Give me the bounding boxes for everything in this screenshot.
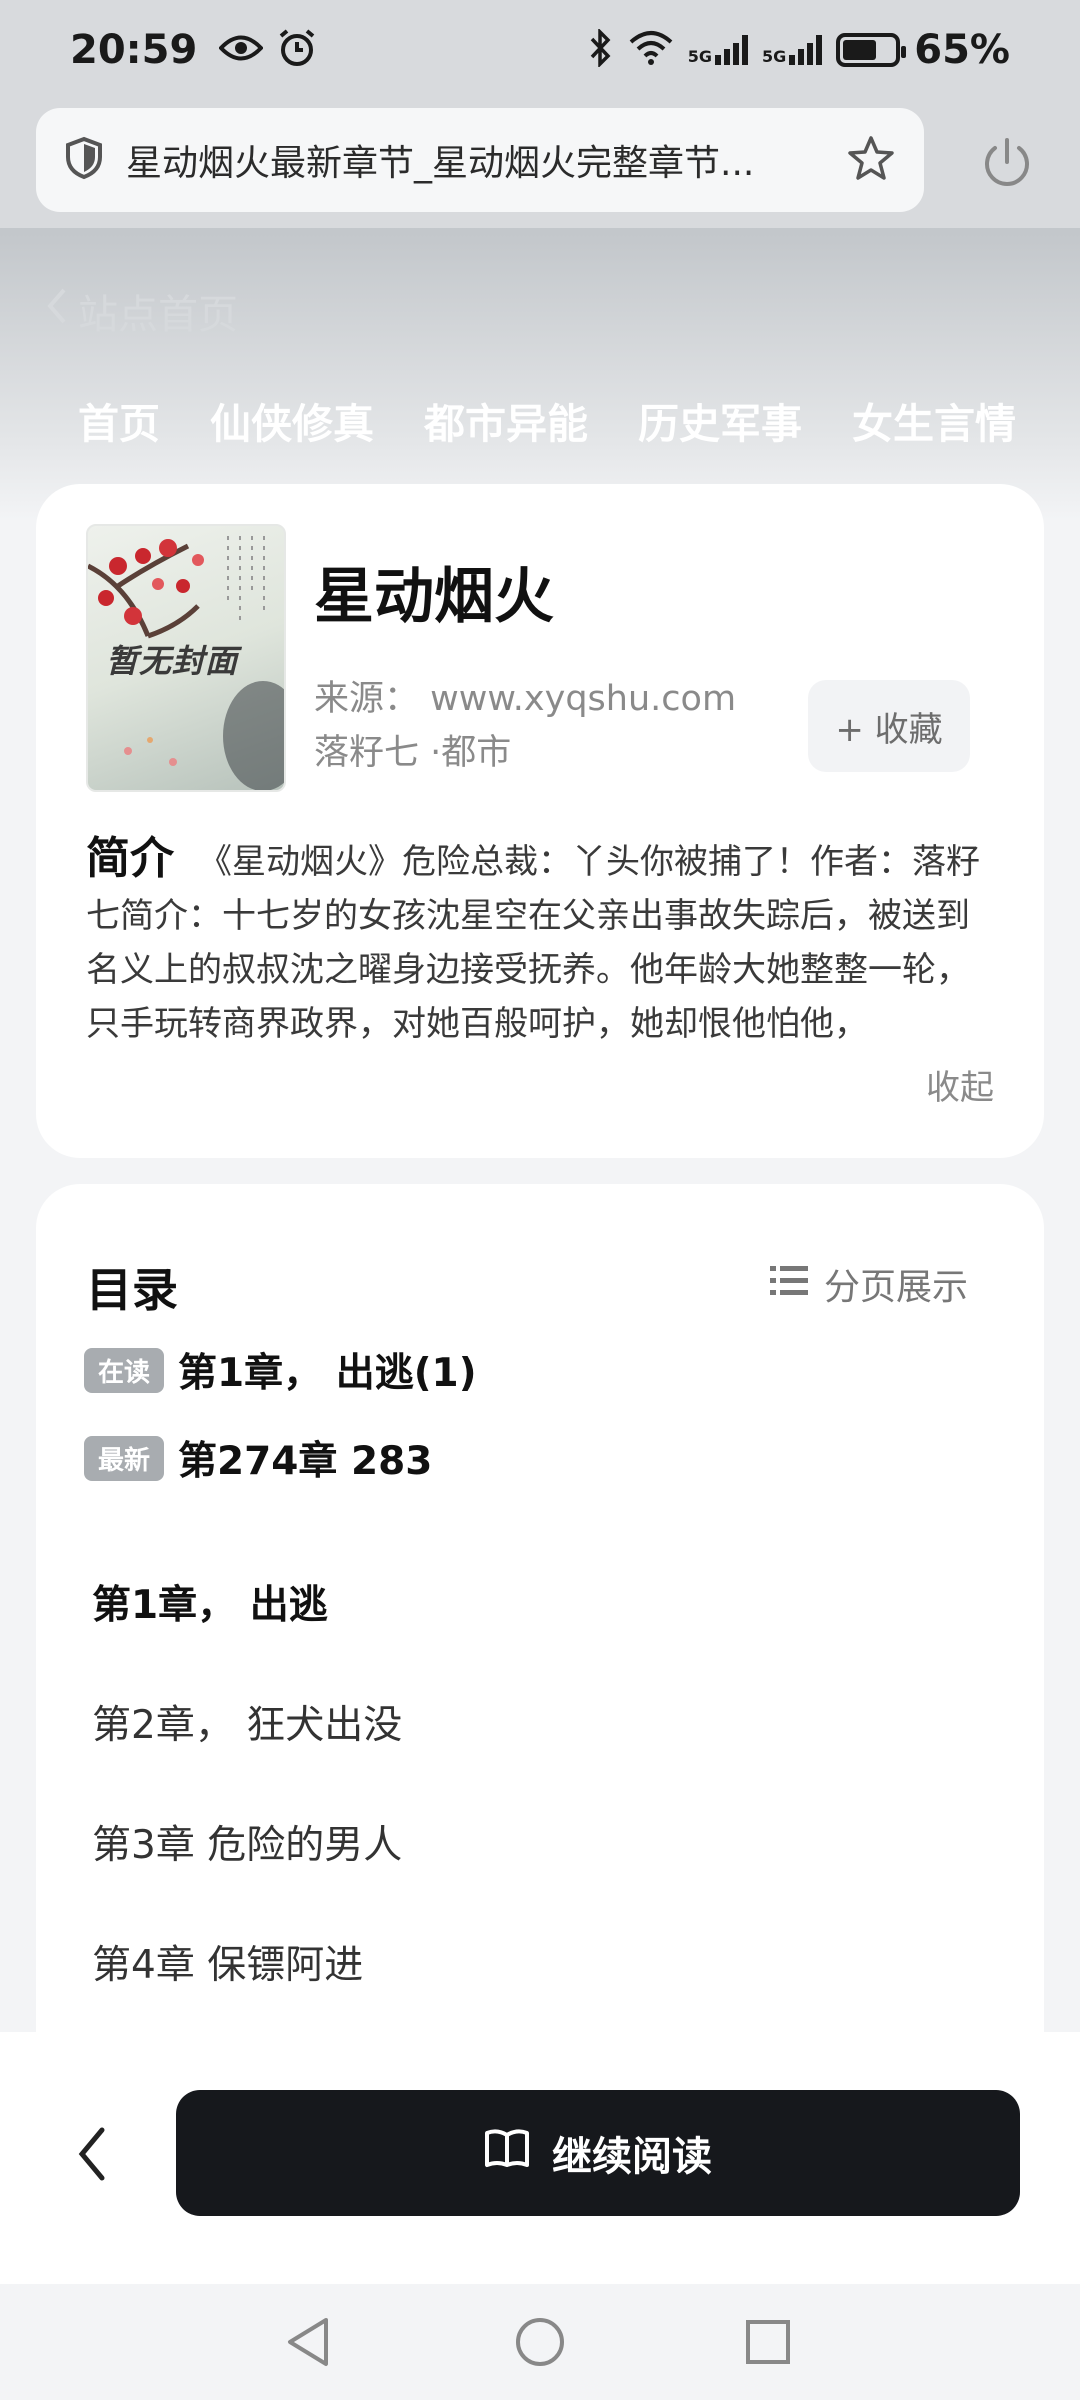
continue-reading-button[interactable]: 继续阅读 xyxy=(176,2090,1020,2216)
nav-back-icon[interactable] xyxy=(284,2316,332,2372)
chevron-left-icon xyxy=(44,286,70,336)
latest-chapter-row[interactable]: 最新 第274章 283 xyxy=(84,1430,432,1486)
intro-label: 简介 xyxy=(86,833,174,884)
nav-item-romance[interactable]: 女生言情 xyxy=(852,390,1016,450)
url-text[interactable]: 星动烟火最新章节_星动烟火完整章节... xyxy=(126,134,846,186)
book-cover: 暂无封面 xyxy=(86,524,286,792)
star-icon[interactable] xyxy=(846,134,896,186)
nav-item-urban[interactable]: 都市异能 xyxy=(424,390,588,450)
site-home-label: 站点首页 xyxy=(78,292,238,338)
chapter-item[interactable]: 第1章， 出逃 xyxy=(92,1574,328,1630)
favorite-button[interactable]: + 收藏 xyxy=(808,680,970,772)
cover-text: 暂无封面 xyxy=(106,642,239,680)
nav-item-home[interactable]: 首页 xyxy=(78,390,160,450)
eye-icon xyxy=(218,33,265,67)
book-open-icon xyxy=(484,2127,530,2179)
reading-tag: 在读 xyxy=(84,1347,165,1393)
bluetooth-icon xyxy=(588,27,614,71)
nav-home-icon[interactable] xyxy=(514,2316,566,2372)
nav-recents-icon[interactable] xyxy=(744,2318,792,2370)
book-info-card: 暂无封面 星动烟火 来源： www.xyqshu.com 落籽七 ·都市 + 收… xyxy=(36,484,1044,1158)
signal-icon-2: 5G xyxy=(762,35,823,65)
system-navigation-bar xyxy=(0,2284,1080,2400)
signal-icon-1: 5G xyxy=(688,35,748,65)
book-author-genre: 落籽七 ·都市 xyxy=(314,733,512,773)
wifi-icon xyxy=(628,30,674,70)
status-time: 20:59 xyxy=(70,27,198,73)
latest-tag: 最新 xyxy=(84,1435,165,1481)
shield-icon[interactable] xyxy=(64,136,104,184)
battery-percent: 65% xyxy=(914,27,1010,73)
chapter-item[interactable]: 第3章 危险的男人 xyxy=(92,1814,402,1870)
continue-reading-label: 继续阅读 xyxy=(552,2134,712,2180)
reading-chapter[interactable]: 第1章， 出逃(1) xyxy=(178,1342,477,1398)
category-nav: 首页 仙侠修真 都市异能 历史军事 女生言情 xyxy=(0,390,1080,450)
alarm-icon xyxy=(277,28,317,72)
status-bar: 20:59 5G 5G 65% xyxy=(0,0,1080,100)
paged-view-label: 分页展示 xyxy=(824,1267,969,1308)
paged-view-button[interactable]: 分页展示 xyxy=(770,1258,968,1310)
power-icon[interactable] xyxy=(975,130,1039,194)
nav-item-history[interactable]: 历史军事 xyxy=(638,390,802,450)
chapter-item[interactable]: 第2章， 狂犬出没 xyxy=(92,1694,402,1750)
book-title: 星动烟火 xyxy=(314,562,554,632)
latest-chapter[interactable]: 第274章 283 xyxy=(178,1430,432,1486)
reading-chapter-row[interactable]: 在读 第1章， 出逃(1) xyxy=(84,1342,477,1398)
intro-text: 《星动烟火》危险总裁：丫头你被捕了！作者：落籽七简介：十七岁的女孩沈星空在父亲出… xyxy=(86,842,980,1044)
chapter-item[interactable]: 第4章 保镖阿进 xyxy=(92,1934,363,1990)
nav-item-xianxia[interactable]: 仙侠修真 xyxy=(210,390,374,450)
catalog-title: 目录 xyxy=(86,1263,178,1317)
list-icon xyxy=(770,1264,808,1305)
battery-icon xyxy=(836,33,907,67)
book-intro: 简介 《星动烟火》危险总裁：丫头你被捕了！作者：落籽七简介：十七岁的女孩沈星空在父… xyxy=(86,832,998,1051)
book-source: 来源： www.xyqshu.com xyxy=(314,679,737,719)
back-arrow-icon[interactable] xyxy=(70,2122,114,2186)
collapse-button[interactable]: 收起 xyxy=(926,1060,994,1109)
site-home-link[interactable]: 站点首页 xyxy=(44,282,238,340)
address-bar[interactable]: 星动烟火最新章节_星动烟火完整章节... xyxy=(36,108,924,212)
